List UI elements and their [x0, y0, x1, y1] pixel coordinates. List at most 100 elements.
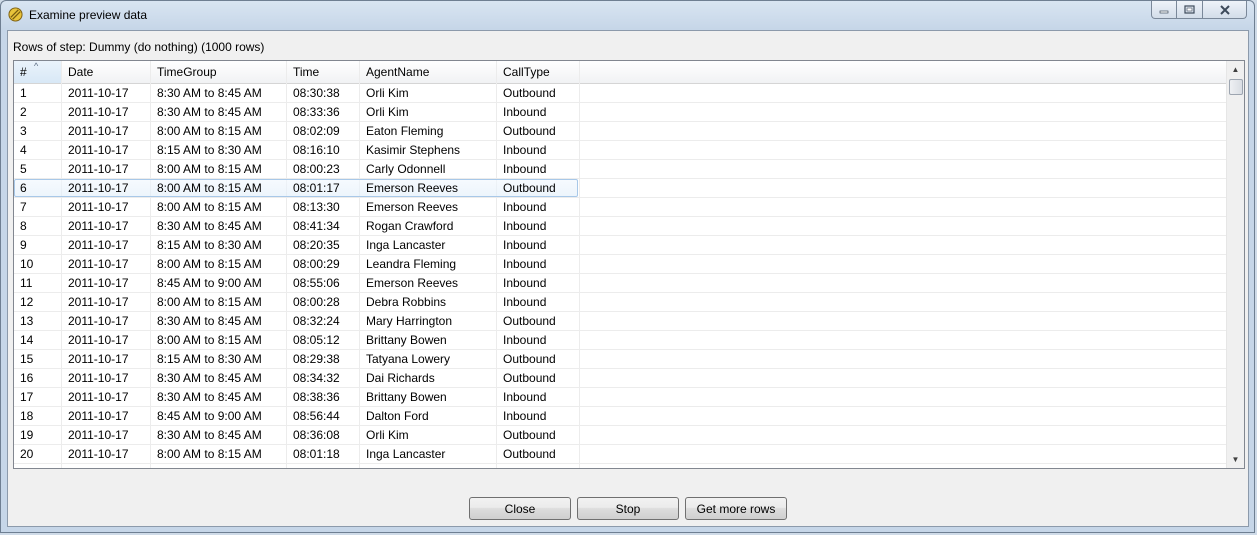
- row-number-cell: 11: [20, 276, 33, 290]
- calltype-cell: Inbound: [503, 105, 547, 119]
- dialog-content: Rows of step: Dummy (do nothing) (1000 r…: [7, 30, 1249, 527]
- maximize-button[interactable]: [1177, 1, 1203, 19]
- timegroup-cell: 8:15 AM to 8:30 AM: [157, 352, 262, 366]
- vertical-scrollbar[interactable]: ▲ ▼: [1226, 61, 1244, 468]
- agentname-cell: Dai Richards: [366, 371, 435, 385]
- date-cell: 2011-10-17: [68, 390, 129, 404]
- date-cell: 2011-10-17: [68, 238, 129, 252]
- maximize-icon: [1184, 5, 1195, 14]
- table-row[interactable]: 6 2011-10-17 8:00 AM to 8:15 AM 08:01:17 Eme…: [14, 179, 1228, 198]
- minimize-icon: [1159, 10, 1169, 13]
- agentname-cell: Eaton Fleming: [366, 124, 444, 138]
- stop-button[interactable]: Stop: [577, 497, 679, 520]
- agentname-cell: Dalton Ford: [366, 409, 429, 423]
- calltype-cell: Outbound: [503, 124, 556, 138]
- calltype-cell: Inbound: [503, 276, 547, 290]
- timegroup-cell: 8:30 AM to 8:45 AM: [157, 86, 262, 100]
- column-header-date[interactable]: Date: [62, 61, 151, 83]
- column-header-time[interactable]: Time: [287, 61, 360, 83]
- date-cell: 2011-10-17: [68, 314, 129, 328]
- timegroup-cell: 8:30 AM to 8:45 AM: [157, 390, 262, 404]
- scroll-down-arrow-icon[interactable]: ▼: [1227, 451, 1244, 468]
- row-number-cell: 1: [20, 86, 27, 100]
- table-row[interactable]: 1 2011-10-17 8:30 AM to 8:45 AM 08:30:38 Orl…: [14, 84, 1228, 103]
- table-row[interactable]: 16 2011-10-17 8:30 AM to 8:45 AM 08:34:32 Da…: [14, 369, 1228, 388]
- column-header-agentname[interactable]: AgentName: [360, 61, 497, 83]
- table-row[interactable]: 3 2011-10-17 8:00 AM to 8:15 AM 08:02:09 Eat…: [14, 122, 1228, 141]
- row-number-cell: 3: [20, 124, 27, 138]
- timegroup-cell: 8:00 AM to 8:15 AM: [157, 257, 262, 271]
- column-header-timegroup[interactable]: TimeGroup: [151, 61, 287, 83]
- table-row[interactable]: 18 2011-10-17 8:45 AM to 9:00 AM 08:56:44 Da…: [14, 407, 1228, 426]
- column-header-calltype[interactable]: CallType: [497, 61, 580, 83]
- table-row[interactable]: 4 2011-10-17 8:15 AM to 8:30 AM 08:16:10 Kas…: [14, 141, 1228, 160]
- calltype-cell: Inbound: [503, 162, 547, 176]
- time-cell: 08:01:17: [293, 181, 340, 195]
- calltype-cell: Outbound: [503, 428, 556, 442]
- time-cell: 08:16:10: [293, 143, 340, 157]
- scrollbar-thumb[interactable]: [1229, 79, 1243, 95]
- timegroup-cell: 8:00 AM to 8:15 AM: [157, 162, 262, 176]
- date-cell: 2011-10-17: [68, 276, 129, 290]
- table-row[interactable]: 2 2011-10-17 8:30 AM to 8:45 AM 08:33:36 Orl…: [14, 103, 1228, 122]
- agentname-cell: Orli Kim: [366, 86, 409, 100]
- date-cell: 2011-10-17: [68, 200, 129, 214]
- date-cell: 2011-10-17: [68, 124, 129, 138]
- date-cell: 2011-10-17: [68, 295, 129, 309]
- table-row[interactable]: 5 2011-10-17 8:00 AM to 8:15 AM 08:00:23 Car…: [14, 160, 1228, 179]
- table-row[interactable]: 8 2011-10-17 8:30 AM to 8:45 AM 08:41:34 Rog…: [14, 217, 1228, 236]
- calltype-cell: Inbound: [503, 257, 547, 271]
- calltype-cell: Outbound: [503, 447, 556, 461]
- close-button[interactable]: Close: [469, 497, 571, 520]
- preview-data-grid[interactable]: # ^ Date TimeGroup Time AgentName CallTy…: [13, 60, 1245, 469]
- table-row[interactable]: 13 2011-10-17 8:30 AM to 8:45 AM 08:32:24 Ma…: [14, 312, 1228, 331]
- time-cell: 08:41:34: [293, 219, 340, 233]
- calltype-cell: Inbound: [503, 238, 547, 252]
- agentname-cell: Inga Lancaster: [366, 447, 446, 461]
- row-number-cell: 9: [20, 238, 27, 252]
- title-bar[interactable]: Examine preview data: [1, 1, 1254, 29]
- table-row[interactable]: 17 2011-10-17 8:30 AM to 8:45 AM 08:38:36 Br…: [14, 388, 1228, 407]
- table-row[interactable]: 10 2011-10-17 8:00 AM to 8:15 AM 08:00:29 Le…: [14, 255, 1228, 274]
- window-title: Examine preview data: [29, 8, 148, 22]
- time-cell: 08:00:29: [293, 257, 340, 271]
- timegroup-cell: 8:00 AM to 8:15 AM: [157, 181, 262, 195]
- time-cell: 08:38:36: [293, 390, 340, 404]
- table-row[interactable]: 7 2011-10-17 8:00 AM to 8:15 AM 08:13:30 Eme…: [14, 198, 1228, 217]
- row-number-cell: 19: [20, 428, 34, 442]
- minimize-button[interactable]: [1151, 1, 1177, 19]
- agentname-cell: Brittany Bowen: [366, 333, 447, 347]
- row-number-cell: 10: [20, 257, 34, 271]
- column-header-number[interactable]: # ^: [14, 61, 62, 83]
- row-number-cell: 12: [20, 295, 34, 309]
- timegroup-cell: 8:00 AM to 8:15 AM: [157, 333, 262, 347]
- timegroup-cell: 8:00 AM to 8:15 AM: [157, 447, 262, 461]
- table-row[interactable]: 19 2011-10-17 8:30 AM to 8:45 AM 08:36:08 Or…: [14, 426, 1228, 445]
- table-row[interactable]: 12 2011-10-17 8:00 AM to 8:15 AM 08:00:28 De…: [14, 293, 1228, 312]
- agentname-cell: Debra Robbins: [366, 295, 447, 309]
- examine-preview-window: Examine preview data Rows of step: Dummy…: [0, 0, 1255, 533]
- time-cell: 08:02:09: [293, 124, 340, 138]
- table-row[interactable]: 14 2011-10-17 8:00 AM to 8:15 AM 08:05:12 Br…: [14, 331, 1228, 350]
- close-window-button[interactable]: [1203, 1, 1247, 19]
- table-row[interactable]: 15 2011-10-17 8:15 AM to 8:30 AM 08:29:38 Ta…: [14, 350, 1228, 369]
- date-cell: 2011-10-17: [68, 409, 129, 423]
- date-cell: 2011-10-17: [68, 371, 129, 385]
- calltype-cell: Inbound: [503, 200, 547, 214]
- date-cell: 2011-10-17: [68, 333, 129, 347]
- calltype-cell: Outbound: [503, 86, 556, 100]
- table-row[interactable]: 11 2011-10-17 8:45 AM to 9:00 AM 08:55:06 Em…: [14, 274, 1228, 293]
- time-cell: 08:13:30: [293, 200, 340, 214]
- date-cell: 2011-10-17: [68, 219, 129, 233]
- calltype-cell: Outbound: [503, 352, 556, 366]
- time-cell: 08:36:08: [293, 428, 340, 442]
- timegroup-cell: 8:00 AM to 8:15 AM: [157, 295, 262, 309]
- row-number-cell: 4: [20, 143, 27, 157]
- table-row[interactable]: 20 2011-10-17 8:00 AM to 8:15 AM 08:01:18 In…: [14, 445, 1228, 464]
- get-more-rows-button[interactable]: Get more rows: [685, 497, 787, 520]
- rows-of-step-label: Rows of step: Dummy (do nothing) (1000 r…: [13, 40, 265, 54]
- scroll-up-arrow-icon[interactable]: ▲: [1227, 61, 1244, 78]
- grid-header: # ^ Date TimeGroup Time AgentName CallTy…: [14, 61, 1228, 84]
- agentname-cell: Orli Kim: [366, 105, 409, 119]
- table-row[interactable]: 9 2011-10-17 8:15 AM to 8:30 AM 08:20:35 Ing…: [14, 236, 1228, 255]
